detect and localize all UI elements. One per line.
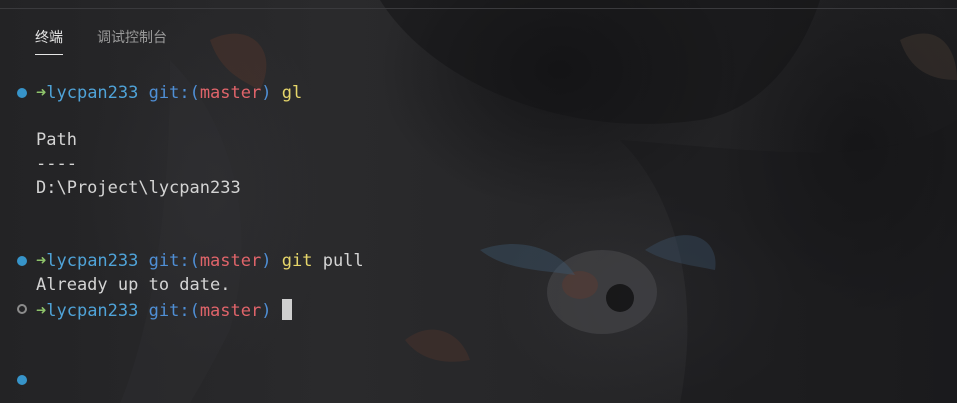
prompt-directory: lycpan233 bbox=[46, 251, 139, 271]
prompt-git-close: ) bbox=[261, 251, 272, 271]
prompt-git-label: git:( bbox=[148, 301, 200, 321]
output-line: ---- bbox=[36, 154, 77, 174]
command-marker-dot[interactable] bbox=[17, 375, 27, 385]
prompt-directory: lycpan233 bbox=[46, 301, 139, 321]
prompt-git-close: ) bbox=[261, 301, 272, 321]
terminal-cursor bbox=[281, 299, 292, 320]
terminal-panel: 终端 调试控制台 ➜lycpan233 git:(master) gl Path… bbox=[0, 0, 957, 403]
terminal-output[interactable]: ➜lycpan233 git:(master) gl Path ---- D:\… bbox=[0, 0, 957, 403]
command-success-dot[interactable] bbox=[17, 88, 27, 98]
prompt-git-label: git:( bbox=[148, 83, 200, 103]
output-line: Path bbox=[36, 130, 77, 150]
output-line: Already up to date. bbox=[36, 275, 231, 295]
prompt-line: ➜lycpan233 git:(master) git pull bbox=[36, 251, 364, 271]
prompt-git-label: git:( bbox=[148, 251, 200, 271]
prompt-branch: master bbox=[199, 251, 262, 271]
prompt-arrow-icon: ➜ bbox=[36, 251, 47, 271]
prompt-directory: lycpan233 bbox=[46, 83, 139, 103]
command-success-dot[interactable] bbox=[17, 256, 27, 266]
prompt-arrow-icon: ➜ bbox=[36, 83, 47, 103]
prompt-arrow-icon: ➜ bbox=[36, 301, 47, 321]
command-argument: pull bbox=[322, 251, 364, 271]
prompt-line: ➜lycpan233 git:(master) gl bbox=[36, 83, 302, 103]
command-pending-dot[interactable] bbox=[17, 304, 27, 314]
output-line: D:\Project\lycpan233 bbox=[36, 178, 241, 198]
prompt-git-close: ) bbox=[261, 83, 272, 103]
command-text: gl bbox=[281, 83, 303, 103]
prompt-branch: master bbox=[199, 83, 262, 103]
prompt-line-current: ➜lycpan233 git:(master) bbox=[36, 299, 292, 321]
command-text: git bbox=[281, 251, 313, 271]
prompt-branch: master bbox=[199, 301, 262, 321]
